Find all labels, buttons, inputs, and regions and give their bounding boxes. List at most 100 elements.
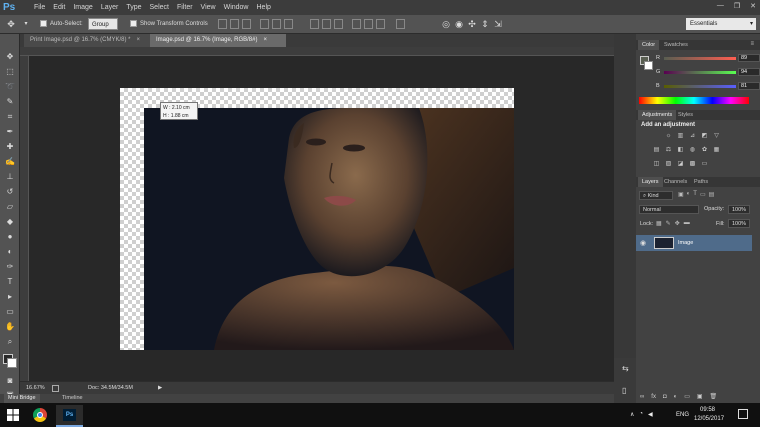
dodge-tool-icon[interactable]: ◐ [4, 246, 16, 257]
distribute-top-icon[interactable] [310, 19, 319, 29]
workspace-select[interactable]: Essentials ▾ [686, 18, 756, 30]
color-balance-icon[interactable]: ⚖ [664, 146, 673, 154]
eye-icon[interactable]: ◉ [640, 239, 646, 247]
close-icon[interactable]: × [136, 37, 140, 43]
properties-icon[interactable]: ⇆ [622, 364, 629, 373]
zoom-level[interactable]: 16.67% [26, 385, 45, 392]
restore-button[interactable]: ❐ [734, 2, 740, 10]
distribute-right-icon[interactable] [376, 19, 385, 29]
exposure-icon[interactable]: ◩ [700, 132, 709, 140]
slider-track[interactable] [664, 71, 736, 74]
threshold-icon[interactable]: ◪ [676, 160, 685, 168]
gradient-map-icon[interactable]: ▭ [700, 160, 709, 168]
filter-adjustment-icon[interactable]: ◐ [687, 191, 691, 200]
woman-portrait-image[interactable] [144, 108, 514, 350]
color-slider-r[interactable]: R 89 [656, 54, 760, 62]
zoom-tool-icon[interactable]: ⌕ [4, 336, 16, 347]
hand-tool-icon[interactable]: ✋ [4, 321, 16, 332]
hue-saturation-icon[interactable]: ▤ [652, 146, 661, 154]
marquee-tool-icon[interactable]: ⬚ [4, 66, 16, 77]
layer-filter-kind[interactable]: ⌕ Kind [639, 191, 673, 200]
lock-pixels-icon[interactable]: ✎ [666, 220, 671, 227]
channel-mixer-icon[interactable]: ✿ [700, 146, 709, 154]
healing-brush-tool-icon[interactable]: ✚ [4, 141, 16, 152]
history-brush-tool-icon[interactable]: ↺ [4, 186, 16, 197]
chrome-taskbar-icon[interactable] [33, 408, 47, 422]
tool-preset-dropdown-icon[interactable]: ▾ [20, 18, 32, 30]
info-icon[interactable]: ▯ [622, 386, 626, 395]
background-swatch[interactable] [644, 61, 653, 70]
document-canvas[interactable] [120, 88, 514, 350]
distribute-left-icon[interactable] [352, 19, 361, 29]
eraser-tool-icon[interactable]: ▱ [4, 201, 16, 212]
auto-select-dropdown[interactable]: Group [88, 18, 118, 30]
photoshop-taskbar-button[interactable]: Ps [56, 405, 83, 427]
fill-input[interactable]: 100% [728, 219, 750, 228]
brush-tool-icon[interactable]: ✍ [4, 156, 16, 167]
crop-tool-icon[interactable]: ⌗ [4, 111, 16, 122]
move-tool-icon[interactable]: ✥ [5, 18, 17, 30]
menu-help[interactable]: Help [253, 0, 275, 15]
menu-filter[interactable]: Filter [173, 0, 197, 15]
export-icon[interactable] [52, 385, 59, 392]
distribute-vcenter-icon[interactable] [322, 19, 331, 29]
vibrance-icon[interactable]: ▽ [712, 132, 721, 140]
menu-layer[interactable]: Layer [97, 0, 123, 15]
3d-mode-slide-icon[interactable]: ⇕ [479, 18, 491, 30]
tab-adjustments[interactable]: Adjustments [638, 110, 677, 120]
layer-row[interactable]: ◉ Image [636, 235, 752, 251]
slider-track[interactable] [664, 57, 736, 60]
tab-color[interactable]: Color [638, 40, 660, 50]
status-arrow-icon[interactable]: ▶ [158, 385, 162, 392]
rectangle-tool-icon[interactable]: ▭ [4, 306, 16, 317]
tab-channels[interactable]: Channels [660, 177, 691, 187]
show-transform-checkbox[interactable] [130, 20, 137, 27]
brightness-icon[interactable]: ☼ [664, 132, 673, 140]
tab-styles[interactable]: Styles [674, 110, 697, 120]
layer-mask-icon[interactable]: ◘ [663, 392, 667, 403]
ruler-vertical[interactable] [20, 56, 29, 381]
3d-mode-scale-icon[interactable]: ⇲ [492, 18, 504, 30]
color-spectrum[interactable] [639, 97, 749, 104]
quick-mask-icon[interactable]: ◙ [4, 375, 16, 386]
clock-time[interactable]: 09:58 [700, 407, 715, 413]
align-left-icon[interactable] [260, 19, 269, 29]
lock-all-icon[interactable]: ▬ [684, 220, 690, 227]
adjustment-layer-icon[interactable]: ◐ [674, 392, 678, 403]
blend-mode-select[interactable]: Normal [639, 205, 699, 214]
link-layers-icon[interactable]: ∞ [640, 392, 644, 403]
panel-menu-icon[interactable]: ≡ [750, 41, 754, 47]
auto-align-icon[interactable] [396, 19, 405, 29]
opacity-input[interactable]: 100% [728, 205, 750, 214]
tab-paths[interactable]: Paths [690, 177, 712, 187]
lock-position-icon[interactable]: ✥ [675, 220, 680, 227]
layer-style-icon[interactable]: fx [651, 392, 656, 403]
curves-icon[interactable]: ⊿ [688, 132, 697, 140]
minimize-button[interactable]: — [717, 2, 724, 10]
action-center-icon[interactable] [738, 409, 748, 419]
tab-layers[interactable]: Layers [638, 177, 663, 187]
menu-window[interactable]: Window [220, 0, 253, 15]
move-tool-icon[interactable]: ✥ [4, 51, 16, 62]
clone-stamp-tool-icon[interactable]: ⊥ [4, 171, 16, 182]
language-indicator[interactable]: ENG [676, 412, 689, 418]
posterize-icon[interactable]: ▨ [664, 160, 673, 168]
volume-icon[interactable]: ◀ [648, 411, 653, 418]
selective-color-icon[interactable]: ▩ [688, 160, 697, 168]
tab-timeline[interactable]: Timeline [58, 394, 87, 403]
color-slider-g[interactable]: G 94 [656, 68, 760, 76]
menu-edit[interactable]: Edit [49, 0, 69, 15]
black-white-icon[interactable]: ◧ [676, 146, 685, 154]
menu-type[interactable]: Type [122, 0, 145, 15]
slider-track[interactable] [664, 85, 736, 88]
tab-print-image[interactable]: Print Image.psd @ 16.7% (CMYK/8) * × [24, 34, 150, 47]
pen-tool-icon[interactable]: ✑ [4, 261, 16, 272]
color-slider-b[interactable]: B 81 [656, 82, 760, 90]
ruler-horizontal[interactable] [20, 47, 614, 56]
align-hcenter-icon[interactable] [272, 19, 281, 29]
close-icon[interactable]: × [263, 37, 267, 43]
clock-date[interactable]: 12/05/2017 [694, 416, 724, 422]
3d-mode-orbit-icon[interactable]: ◎ [440, 18, 452, 30]
invert-icon[interactable]: ◫ [652, 160, 661, 168]
photo-filter-icon[interactable]: ◍ [688, 146, 697, 154]
